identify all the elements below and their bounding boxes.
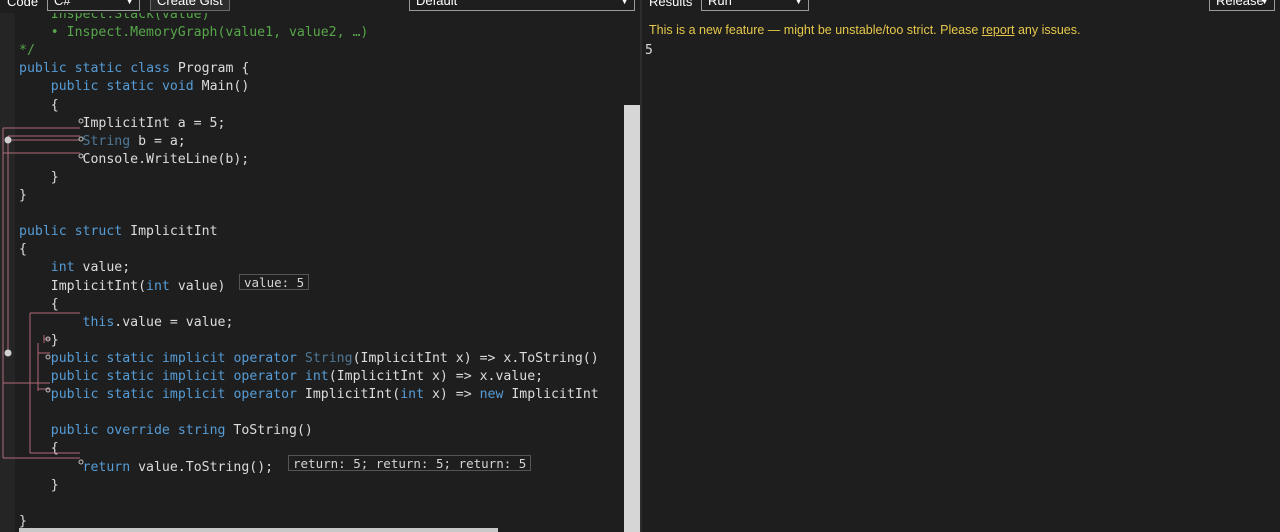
results-pane: This is a new feature — might be unstabl… xyxy=(642,13,1280,532)
chevron-down-icon: ▼ xyxy=(620,0,629,6)
report-link[interactable]: report xyxy=(982,23,1015,37)
run-mode-value: Run xyxy=(708,0,732,8)
build-value: Release xyxy=(1216,0,1264,8)
vertical-scrollbar[interactable] xyxy=(624,105,640,532)
language-select[interactable]: C# ▼ xyxy=(47,0,140,11)
mode-value: Default xyxy=(416,0,458,8)
build-select[interactable]: Release ▼ xyxy=(1209,0,1275,11)
beta-notice: This is a new feature — might be unstabl… xyxy=(649,23,1080,37)
language-value: C# xyxy=(54,0,71,8)
ctor-value-badge: value: 5 xyxy=(239,274,310,290)
horizontal-scrollbar[interactable] xyxy=(19,528,498,532)
run-mode-select[interactable]: Run ▼ xyxy=(701,0,809,11)
program-output: 5 xyxy=(645,43,653,58)
code-line: public static implicit operator String(I… xyxy=(50,350,599,366)
code-line: public static implicit operator Implicit… xyxy=(50,387,599,403)
chevron-down-icon: ▼ xyxy=(794,0,803,6)
notice-text: This is a new feature — might be unstabl… xyxy=(649,23,982,37)
chevron-down-icon: ▼ xyxy=(125,0,134,6)
mode-select[interactable]: Default ▼ xyxy=(409,0,635,11)
create-gist-button[interactable]: Create Gist xyxy=(150,0,230,11)
flow-arrows xyxy=(2,118,84,465)
code-label: Code xyxy=(7,0,39,9)
code-line: public static implicit operator int(Impl… xyxy=(50,369,544,384)
results-label: Results xyxy=(649,0,693,9)
notice-text-end: any issues. xyxy=(1014,23,1081,37)
return-value-badge: return: 5; return: 5; return: 5 xyxy=(288,455,532,471)
chevron-down-icon: ▼ xyxy=(1260,0,1269,6)
code-editor[interactable]: Inspect.Stack(value) • Inspect.MemoryGra… xyxy=(0,13,640,532)
